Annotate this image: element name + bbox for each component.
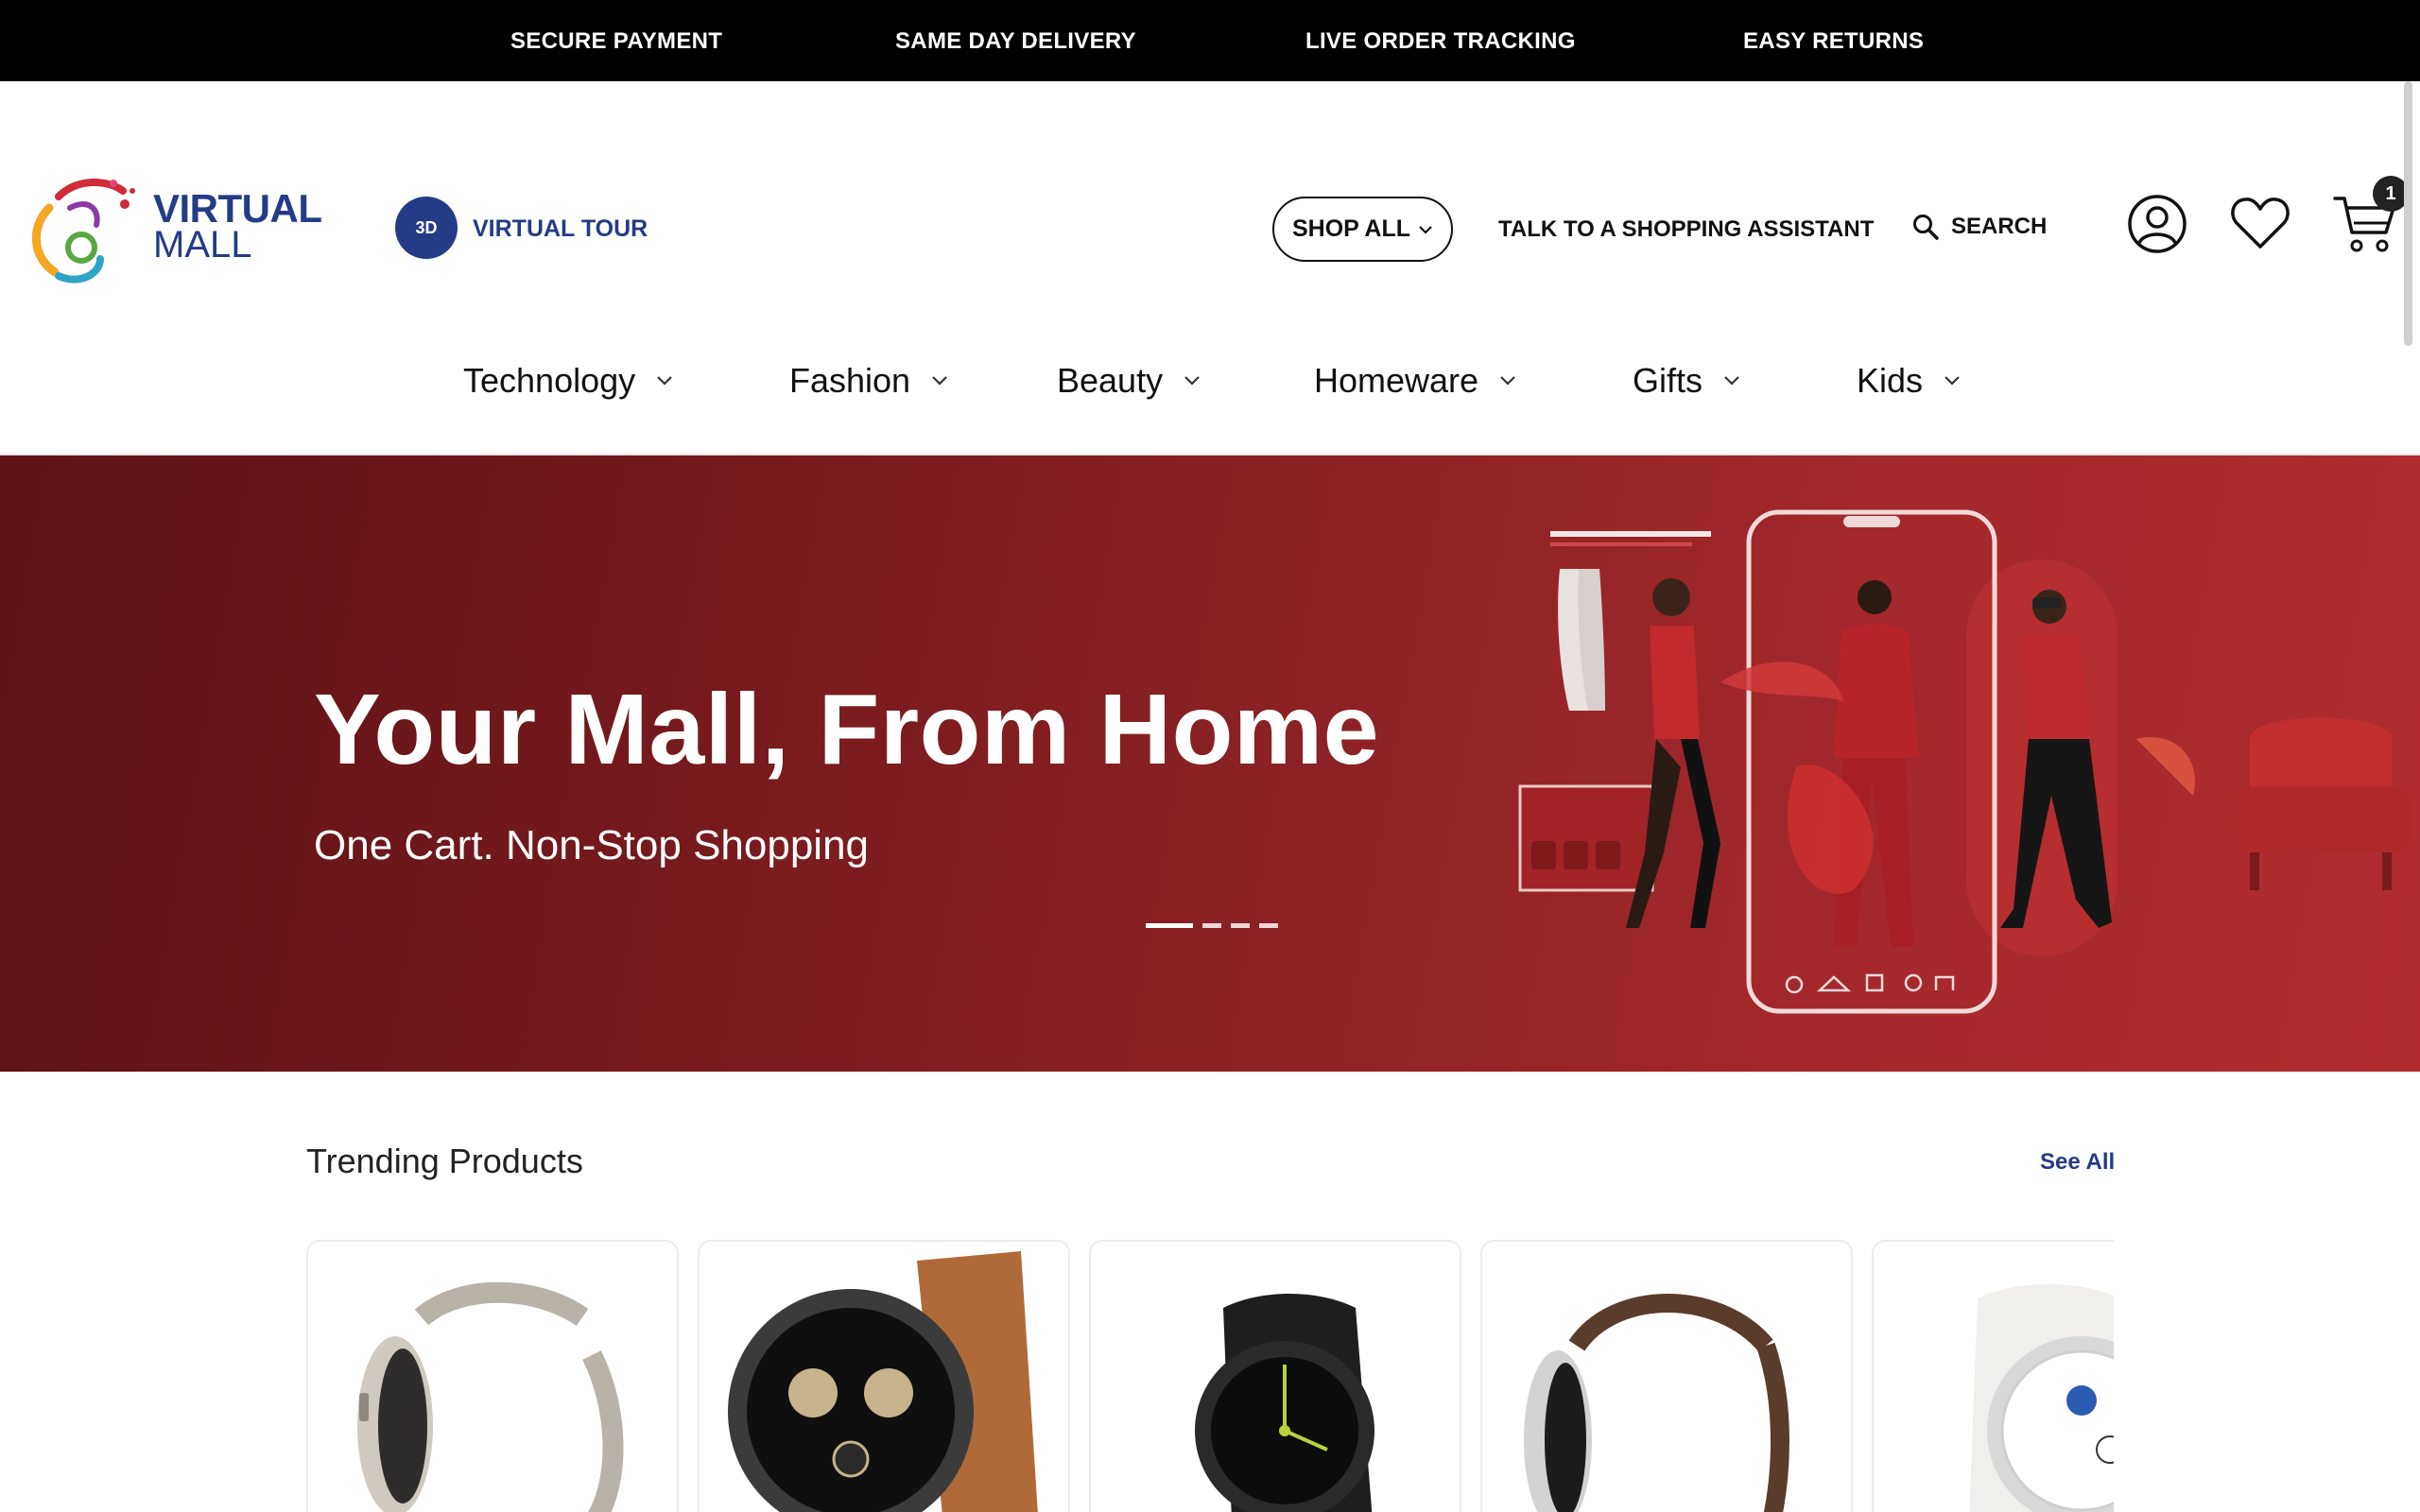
chevron-down-icon [932,376,947,386]
hero-subtitle: One Cart. Non-Stop Shopping [314,822,870,868]
product-image-watch-black-sport [1195,1294,1374,1512]
nav-kids-label: Kids [1857,361,1924,400]
product-card[interactable] [1480,1240,1853,1512]
account-icon[interactable] [2127,194,2187,254]
chevron-down-icon [1724,376,1739,386]
top-benefits-bar: SECURE PAYMENT SAME DAY DELIVERY LIVE OR… [0,0,2420,81]
hero-illustration [1518,509,2411,1014]
carousel-indicators [1146,923,1278,928]
hero-title: Your Mall, From Home [314,674,1380,785]
product-image-watch-brown-leather [1524,1294,1789,1512]
logo-swirl-icon [32,178,135,284]
nav-beauty-label: Beauty [1057,361,1164,400]
trending-products-carousel [306,1240,2114,1512]
trending-products-title: Trending Products [306,1142,583,1180]
virtual-tour-badge-text: 3D [415,217,438,237]
logo-line-1: VIRTUAL [153,186,322,231]
chevron-down-icon [1419,225,1432,234]
search-label: SEARCH [1951,214,2048,239]
product-card[interactable] [1089,1240,1461,1512]
shop-all-button[interactable]: SHOP ALL [1272,197,1453,262]
nav-beauty[interactable]: Beauty [1057,361,1201,401]
nav-gifts[interactable]: Gifts [1633,361,1740,401]
chevron-down-icon [1945,376,1960,386]
carousel-dot-1[interactable] [1146,923,1193,928]
product-card[interactable] [1872,1240,2114,1512]
benefit-same-day-delivery: SAME DAY DELIVERY [895,28,1136,54]
chevron-down-icon [657,376,672,386]
nav-homeware-label: Homeware [1314,361,1479,400]
carousel-dot-4[interactable] [1259,923,1278,928]
virtual-tour-3d-icon[interactable]: 3D [395,197,458,259]
nav-gifts-label: Gifts [1633,361,1703,400]
carousel-dot-2[interactable] [1202,923,1221,928]
product-image-watch-titanium [357,1281,624,1512]
heart-icon[interactable] [2229,195,2291,251]
nav-homeware[interactable]: Homeware [1314,361,1516,401]
shopping-assistant-link[interactable]: TALK TO A SHOPPING ASSISTANT [1498,216,1874,243]
carousel-dot-3[interactable] [1231,923,1250,928]
chevron-down-icon [1184,376,1200,386]
benefit-secure-payment: SECURE PAYMENT [510,28,723,54]
nav-fashion-label: Fashion [789,361,911,400]
logo-wordmark: VIRTUAL MALL [153,186,322,266]
page-scrollbar[interactable] [2404,81,2412,346]
chevron-down-icon [1500,376,1515,386]
shop-all-label: SHOP ALL [1291,215,1410,242]
virtual-mall-logo[interactable]: VIRTUAL MALL [21,170,322,289]
see-all-link[interactable]: See All [2040,1149,2115,1176]
benefit-easy-returns: EASY RETURNS [1743,28,1925,54]
product-card[interactable] [698,1240,1070,1512]
product-image-watch-white-leather [1969,1284,2114,1512]
nav-kids[interactable]: Kids [1857,361,1961,401]
product-card[interactable] [306,1240,679,1512]
logo-line-2: MALL [153,224,252,266]
search-button[interactable]: SEARCH [1911,213,2047,241]
virtual-tour-link[interactable]: VIRTUAL TOUR [473,215,648,243]
nav-fashion[interactable]: Fashion [789,361,948,401]
benefit-live-order-tracking: LIVE ORDER TRACKING [1305,28,1576,54]
nav-technology-label: Technology [463,361,636,400]
nav-technology[interactable]: Technology [463,361,673,401]
hero-banner[interactable]: Your Mall, From Home One Cart. Non-Stop … [0,455,2420,1072]
product-image-watch-leather-black [728,1251,1038,1512]
search-icon [1913,215,1939,240]
